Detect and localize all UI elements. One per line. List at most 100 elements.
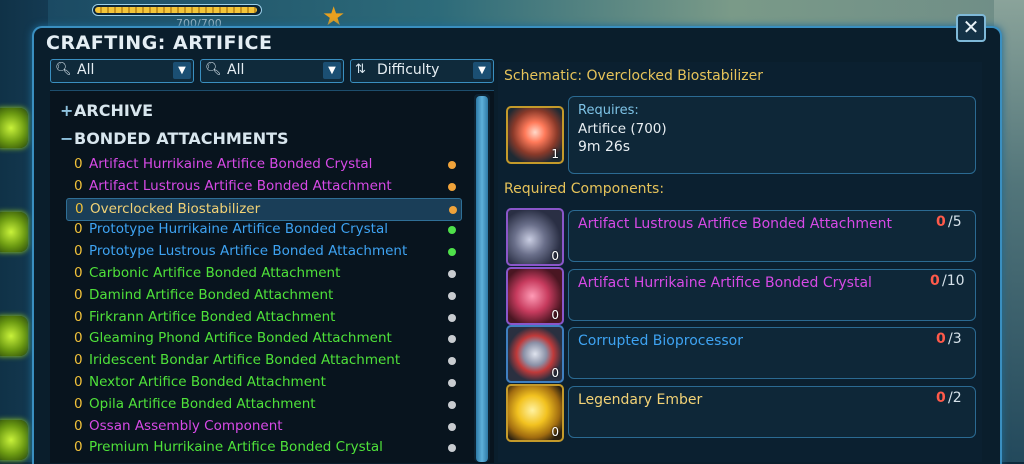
sort-dropdown[interactable]: ⇅ Difficulty ▼ [350,59,494,83]
filter-dropdown-1[interactable]: 🔍︎ All ▼ [50,59,194,83]
category-archive[interactable]: +ARCHIVE [60,101,153,120]
recipe-row[interactable]: 0 Iridescent Bondar Artifice Bonded Attac… [66,350,460,371]
recipe-name: Prototype Hurrikaine Artifice Bonded Cry… [89,221,388,238]
difficulty-dot-icon [448,226,456,235]
recipe-name: Opila Artifice Bonded Attachment [89,395,316,412]
difficulty-dot-icon [448,335,456,344]
schematic-item-icon[interactable]: 1 [506,106,564,164]
ability-icon [0,316,28,356]
scrollbar[interactable] [474,94,490,462]
recipe-name: Artifact Hurrikaine Artifice Bonded Crys… [89,156,373,172]
component-quantity: 0 [551,366,559,380]
recipe-row[interactable]: 0 Premium Hurrikaine Artifice Bonded Crys… [66,437,460,458]
component-have-count: 0 [930,273,940,289]
recipe-row[interactable]: 0 Damind Artifice Bonded Attachment [66,285,460,306]
recipe-name: Overclocked Biostabilizer [90,200,261,217]
recipe-row[interactable]: 0 Prototype Hurrikaine Artifice Bonded Cr… [66,219,460,240]
ember-icon[interactable]: 0 [506,384,564,442]
search-icon: 🔍︎ [205,62,222,77]
scroll-thumb[interactable] [476,96,488,462]
component-name: Artifact Hurrikaine Artifice Bonded Crys… [578,275,872,291]
component-required-count: /2 [948,390,962,406]
category-label: ARCHIVE [74,101,154,120]
difficulty-dot-icon [448,422,456,431]
recipe-row[interactable]: 0 Ossan Assembly Component [66,416,460,437]
recipe-count: 0 [74,286,83,303]
component-have-count: 0 [936,390,946,406]
difficulty-dot-icon [448,357,456,366]
ability-icon [0,212,28,252]
recipe-row[interactable]: 0 Firkrann Artifice Bonded Attachment [66,307,460,328]
recipe-count: 0 [74,221,83,238]
ability-icon [0,108,28,148]
component-required-count: /5 [948,214,962,230]
bonded-crystal-icon[interactable]: 0 [506,267,564,325]
recipe-count: 0 [74,352,83,369]
difficulty-dot-icon [448,444,456,453]
item-quantity: 1 [551,147,559,161]
recipe-row[interactable]: 0 Opila Artifice Bonded Attachment [66,394,460,415]
required-skill: Artifice (700) [578,121,667,137]
resource-bar-fill [95,7,257,13]
recipe-name: Nextor Artifice Bonded Attachment [89,374,326,390]
recipe-name: Firkrann Artifice Bonded Attachment [89,308,336,325]
components-heading: Required Components: [504,181,665,197]
chevron-down-icon: ▼ [473,62,491,79]
recipe-name: Iridescent Bondar Artifice Bonded Attach… [89,352,401,369]
close-icon: ✕ [962,15,980,39]
close-button[interactable]: ✕ [956,14,986,42]
chevron-down-icon: ▼ [173,62,191,79]
component-have-count: 0 [936,331,946,347]
filter-dropdown-2[interactable]: 🔍︎ All ▼ [200,59,344,83]
recipe-name: Premium Hurrikaine Artifice Bonded Cryst… [89,439,383,456]
recipe-row[interactable]: 0 Artifact Lustrous Artifice Bonded Attac… [66,176,460,197]
recipe-row[interactable]: 0 Carbonic Artifice Bonded Attachment [66,263,460,284]
window-title: CRAFTING: ARTIFICE [46,32,273,54]
collapse-icon: − [60,129,74,148]
recipe-row[interactable]: 0 Overclocked Biostabilizer [66,197,462,221]
difficulty-dot-icon [448,313,456,322]
expand-icon: + [60,101,74,120]
recipe-row[interactable]: 0 Nextor Artifice Bonded Attachment [66,372,460,393]
resource-bar [92,4,262,16]
difficulty-dot-icon [448,400,456,409]
recipe-count: 0 [74,177,83,194]
recipe-count: 0 [74,417,83,434]
recipe-name: Prototype Lustrous Artifice Bonded Attac… [89,243,408,260]
ability-icon [0,420,28,460]
bioprocessor-icon[interactable]: 0 [506,325,564,383]
chevron-down-icon: ▼ [323,62,341,79]
bonded-attachment-icon[interactable]: 0 [506,208,564,266]
component-name: Corrupted Bioprocessor [578,333,743,349]
component-required-count: /10 [942,273,965,289]
sort-icon: ⇅ [355,62,366,77]
difficulty-dot-icon [448,291,456,300]
recipe-name: Carbonic Artifice Bonded Attachment [89,265,341,281]
difficulty-dot-icon [449,205,457,214]
recipe-name: Gleaming Phond Artifice Bonded Attachmen… [89,330,392,347]
component-name: Legendary Ember [578,392,703,408]
category-label: BONDED ATTACHMENTS [74,129,289,148]
search-icon: 🔍︎ [55,62,72,77]
component-quantity: 0 [551,308,559,322]
component-required-count: /3 [948,331,962,347]
schematic-title: Schematic: Overclocked Biostabilizer [504,68,763,84]
component-quantity: 0 [551,425,559,439]
difficulty-dot-icon [448,270,456,278]
recipe-row[interactable]: 0 Artifact Hurrikaine Artifice Bonded Cry… [66,154,460,175]
component-name: Artifact Lustrous Artifice Bonded Attach… [578,216,892,232]
category-bonded-attachments[interactable]: −BONDED ATTACHMENTS [60,129,289,148]
recipe-count: 0 [74,308,83,325]
recipe-row[interactable]: 0 Prototype Lustrous Artifice Bonded Atta… [66,241,460,262]
filter-value: All [227,62,245,78]
component-have-count: 0 [936,214,946,230]
requires-label: Requires: [578,103,639,118]
difficulty-dot-icon [448,248,456,257]
recipe-count: 0 [74,395,83,412]
recipe-count: 0 [74,330,83,347]
difficulty-dot-icon [448,161,456,169]
recipe-name: Ossan Assembly Component [89,417,283,434]
recipe-count: 0 [74,439,83,456]
recipe-row[interactable]: 0 Gleaming Phond Artifice Bonded Attachme… [66,328,460,349]
component-quantity: 0 [551,249,559,263]
